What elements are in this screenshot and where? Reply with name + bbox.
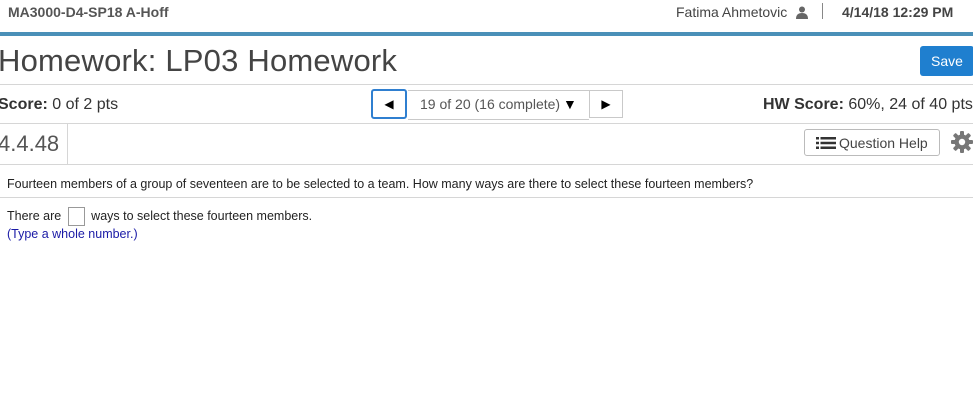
divider [0,84,973,85]
header-divider [822,3,823,19]
user-icon[interactable] [796,6,808,19]
gear-icon[interactable] [951,131,973,153]
homework-score: HW Score: 60%, 24 of 40 pts [763,96,973,114]
top-bar: MA3000-D4-SP18 A-Hoff Fatima Ahmetovic 4… [0,0,973,36]
question-select-label: 19 of 20 (16 complete) [420,96,561,112]
answer-input[interactable] [67,207,85,226]
triangle-right-icon: ▶ [601,97,611,111]
save-button[interactable]: Save [920,46,973,76]
answer-line: There are ways to select these fourteen … [7,207,312,226]
divider [0,164,973,165]
question-help-label: Question Help [839,135,928,151]
answer-hint: (Type a whole number.) [7,227,138,241]
score-value: 0 of 2 pts [52,96,119,113]
divider [0,197,973,198]
question-text: Fourteen members of a group of seventeen… [7,177,754,191]
divider [0,123,973,124]
question-number: 4.4.48 [0,131,60,156]
question-score: Score: 0 of 2 pts [0,96,118,114]
course-name: MA3000-D4-SP18 A-Hoff [8,4,169,20]
answer-prefix: There are [7,208,62,223]
page-title: Homework: LP03 Homework [0,43,398,78]
date-time: 4/14/18 12:29 PM [842,4,954,20]
caret-down-icon: ▼ [563,96,577,112]
previous-question-button[interactable]: ◀ [371,89,407,119]
score-label: Score: [0,96,48,113]
list-icon [816,137,836,149]
next-question-button[interactable]: ▶ [589,90,623,118]
triangle-left-icon: ◀ [384,97,394,111]
user-name[interactable]: Fatima Ahmetovic [676,4,787,20]
hw-score-label: HW Score: [763,96,844,113]
question-select[interactable]: 19 of 20 (16 complete) ▼ [408,90,589,120]
hw-score-value: 60%, 24 of 40 pts [848,96,973,113]
answer-suffix: ways to select these fourteen members. [91,208,313,223]
vertical-divider [67,124,68,164]
question-help-button[interactable]: Question Help [804,129,940,156]
